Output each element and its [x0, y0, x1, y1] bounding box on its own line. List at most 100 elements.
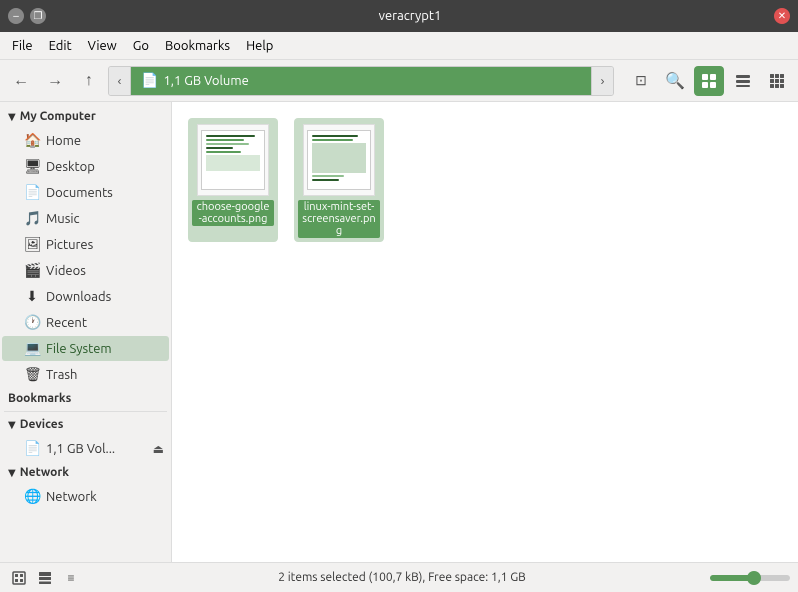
file-label-2: linux-mint-set-screensaver.png — [298, 200, 380, 238]
music-icon: 🎵 — [24, 210, 40, 227]
sidebar-item-desktop-label: Desktop — [46, 160, 95, 174]
forward-button[interactable]: → — [40, 66, 70, 96]
sidebar-item-videos[interactable]: 🎬 Videos — [2, 258, 169, 283]
my-computer-label: My Computer — [20, 110, 96, 123]
menu-file[interactable]: File — [4, 35, 41, 57]
menu-bookmarks[interactable]: Bookmarks — [157, 35, 238, 57]
downloads-icon: ⬇ — [24, 288, 40, 305]
home-icon: 🏠 — [24, 132, 40, 149]
file-grid: choose-google-accounts.png li — [188, 118, 782, 242]
sidebar-item-trash[interactable]: 🗑 Trash — [2, 362, 169, 387]
thumb-line — [312, 179, 339, 181]
file-label-1: choose-google-accounts.png — [192, 200, 274, 226]
statusbar-icon-btn-1[interactable] — [8, 567, 30, 589]
view-list-button[interactable] — [728, 66, 758, 96]
recent-icon: 🕐 — [24, 314, 40, 331]
sidebar-section-network[interactable]: ▼ Network — [0, 462, 171, 483]
path-segment[interactable]: 📄 1,1 GB Volume — [131, 67, 591, 95]
file-item-1[interactable]: choose-google-accounts.png — [188, 118, 278, 242]
restore-button[interactable]: ❐ — [30, 8, 46, 24]
zoom-track[interactable] — [710, 575, 790, 581]
up-button[interactable]: ↑ — [74, 66, 104, 96]
view-grid-button[interactable] — [694, 66, 724, 96]
my-computer-arrow: ▼ — [8, 111, 16, 123]
file-thumbnail-2 — [303, 124, 375, 196]
network-arrow: ▼ — [8, 467, 16, 479]
sidebar-item-music[interactable]: 🎵 Music — [2, 206, 169, 231]
thumb-line — [206, 139, 244, 141]
thumb-line — [206, 151, 241, 153]
pictures-icon: 🖼 — [24, 236, 40, 253]
thumb-line — [312, 175, 344, 177]
pathbar: ‹ 📄 1,1 GB Volume › — [108, 66, 614, 96]
sidebar-item-videos-label: Videos — [46, 264, 86, 278]
path-segment-label: 1,1 GB Volume — [163, 74, 248, 88]
main-area: ▼ My Computer 🏠 Home 🖥 Desktop 📄 Documen… — [0, 102, 798, 562]
sidebar-item-music-label: Music — [46, 212, 80, 226]
menu-help[interactable]: Help — [238, 35, 281, 57]
file-thumbnail-1 — [197, 124, 269, 196]
close-button[interactable]: ✕ — [774, 8, 790, 24]
back-button[interactable]: ← — [6, 66, 36, 96]
sidebar-item-recent-label: Recent — [46, 316, 87, 330]
sidebar-item-pictures-label: Pictures — [46, 238, 93, 252]
pin-button[interactable]: ⊡ — [626, 66, 656, 96]
documents-icon: 📄 — [24, 184, 40, 201]
thumb-lines-1 — [202, 131, 264, 175]
sidebar-item-filesystem-label: File System — [46, 342, 112, 356]
thumb-lines-2 — [308, 131, 370, 187]
sidebar: ▼ My Computer 🏠 Home 🖥 Desktop 📄 Documen… — [0, 102, 172, 562]
sidebar-item-documents-label: Documents — [46, 186, 113, 200]
toolbar: ← → ↑ ‹ 📄 1,1 GB Volume › ⊡ 🔍 — [0, 60, 798, 102]
titlebar: – ❐ veracrypt1 ✕ — [0, 0, 798, 32]
menubar: File Edit View Go Bookmarks Help — [0, 32, 798, 60]
thumb-line — [312, 139, 353, 141]
sidebar-item-home[interactable]: 🏠 Home — [2, 128, 169, 153]
network-section-label: Network — [20, 466, 69, 479]
path-left-arrow[interactable]: ‹ — [109, 66, 131, 96]
sidebar-item-volume[interactable]: 📄 1,1 GB Vol... ⏏ — [2, 436, 169, 461]
statusbar-icon-btn-2[interactable] — [34, 567, 56, 589]
desktop-icon: 🖥 — [24, 158, 40, 175]
toolbar-right: ⊡ 🔍 — [626, 66, 792, 96]
sidebar-section-devices[interactable]: ▼ Devices — [0, 414, 171, 435]
statusbar: ≡ 2 items selected (100,7 kB), Free spac… — [0, 562, 798, 592]
path-right-arrow[interactable]: › — [591, 66, 613, 96]
thumb-image-hint — [312, 143, 366, 173]
sidebar-divider-1 — [4, 411, 167, 412]
thumb-line — [206, 135, 255, 137]
filesystem-icon: 💻 — [24, 340, 40, 357]
menu-go[interactable]: Go — [125, 35, 157, 57]
statusbar-zoom — [710, 575, 790, 581]
sidebar-item-recent[interactable]: 🕐 Recent — [2, 310, 169, 335]
sidebar-item-downloads[interactable]: ⬇ Downloads — [2, 284, 169, 309]
minimize-button[interactable]: – — [8, 8, 24, 24]
network-icon: 🌐 — [24, 488, 40, 505]
search-button[interactable]: 🔍 — [660, 66, 690, 96]
sidebar-item-pictures[interactable]: 🖼 Pictures — [2, 232, 169, 257]
menu-edit[interactable]: Edit — [41, 35, 80, 57]
path-segment-icon: 📄 — [141, 72, 158, 89]
sidebar-item-filesystem[interactable]: 💻 File System — [2, 336, 169, 361]
volume-icon: 📄 — [24, 440, 40, 457]
thumb-image-hint — [206, 155, 260, 171]
sidebar-item-trash-label: Trash — [46, 368, 77, 382]
file-area[interactable]: choose-google-accounts.png li — [172, 102, 798, 562]
sidebar-item-downloads-label: Downloads — [46, 290, 111, 304]
menu-view[interactable]: View — [80, 35, 125, 57]
eject-button[interactable]: ⏏ — [150, 441, 167, 457]
zoom-thumb[interactable] — [747, 571, 761, 585]
statusbar-text: 2 items selected (100,7 kB), Free space:… — [94, 571, 710, 584]
sidebar-item-documents[interactable]: 📄 Documents — [2, 180, 169, 205]
view-compact-button[interactable] — [762, 66, 792, 96]
sidebar-item-network[interactable]: 🌐 Network — [2, 484, 169, 509]
file-item-2[interactable]: linux-mint-set-screensaver.png — [294, 118, 384, 242]
sidebar-item-network-label: Network — [46, 490, 97, 504]
sidebar-item-desktop[interactable]: 🖥 Desktop — [2, 154, 169, 179]
thumb-line — [312, 135, 358, 137]
statusbar-icon-btn-3[interactable]: ≡ — [60, 567, 82, 589]
sidebar-item-home-label: Home — [46, 134, 81, 148]
file-thumb-inner-2 — [307, 130, 371, 190]
trash-icon: 🗑 — [24, 366, 40, 383]
sidebar-section-my-computer[interactable]: ▼ My Computer — [0, 106, 171, 127]
